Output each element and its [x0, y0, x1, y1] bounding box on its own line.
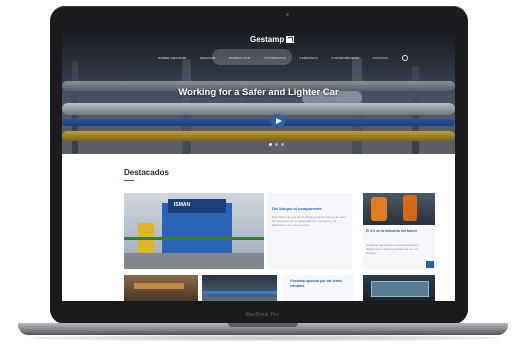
- nav-item-business[interactable]: NEGOCIO: [200, 56, 216, 60]
- card-title[interactable]: Gestamp apuesta por las ferias virtuales: [290, 279, 350, 288]
- press-machine-photo[interactable]: ISMAN: [124, 193, 264, 269]
- card-text: El proceso de uno de los bloques de la c…: [272, 215, 346, 228]
- laptop-screen: Gestamp SOBRE GESTAMP NEGOCIO PRODUCTOS …: [62, 21, 455, 301]
- carousel-dot-2[interactable]: [275, 143, 278, 146]
- nav-item-people[interactable]: PERSONAS: [300, 56, 318, 60]
- card-text: Gestamp apuesta por la transformación di…: [366, 243, 419, 255]
- carousel-dot-3[interactable]: [281, 143, 284, 146]
- featured-card-2[interactable]: El 4.0 en la industria del futuro Gestam…: [363, 225, 435, 269]
- nav-item-sustainability[interactable]: SOSTENIBILIDAD: [331, 56, 359, 60]
- camera-dot: [286, 13, 289, 16]
- section-title-underline: [124, 180, 134, 181]
- card-title[interactable]: El 4.0 en la industria del futuro: [366, 229, 432, 234]
- factory-photo-2[interactable]: [202, 275, 277, 301]
- hero-title: Working for a Safer and Lighter Car: [178, 87, 339, 98]
- brand-name: Gestamp: [250, 35, 285, 44]
- laptop-shadow: [30, 335, 500, 341]
- card-arrow-button[interactable]: [426, 261, 434, 268]
- hero-banner: Gestamp SOBRE GESTAMP NEGOCIO PRODUCTOS …: [62, 21, 455, 154]
- play-video-button[interactable]: [271, 114, 285, 128]
- logo-mark-icon: [286, 36, 295, 43]
- main-nav: SOBRE GESTAMP NEGOCIO PRODUCTOS ACCIONIS…: [158, 55, 408, 61]
- carousel-dots: [269, 143, 284, 146]
- nav-item-shareholders[interactable]: ACCIONISTAS: [264, 56, 286, 60]
- laptop-notch: [228, 323, 298, 327]
- laptop-model-label: MacBook Pro: [245, 312, 280, 318]
- virtual-fair-photo[interactable]: [363, 275, 435, 301]
- featured-card-1[interactable]: Del bloque al componente El proceso de u…: [267, 193, 352, 269]
- nav-item-about[interactable]: SOBRE GESTAMP: [158, 56, 186, 60]
- nav-item-products[interactable]: PRODUCTOS: [229, 56, 250, 60]
- search-icon[interactable]: [401, 55, 408, 61]
- factory-photo-1[interactable]: [124, 275, 198, 301]
- site-logo[interactable]: Gestamp: [250, 35, 295, 44]
- nav-item-news[interactable]: NOTICIAS: [373, 56, 389, 60]
- press-label: ISMAN: [174, 202, 191, 208]
- featured-card-3[interactable]: Gestamp apuesta por las ferias virtuales: [282, 275, 354, 301]
- card-title[interactable]: Del bloque al componente: [272, 206, 348, 211]
- carousel-dot-1[interactable]: [269, 143, 272, 146]
- robot-arm-photo[interactable]: [363, 193, 435, 225]
- section-title: Destacados: [124, 168, 169, 177]
